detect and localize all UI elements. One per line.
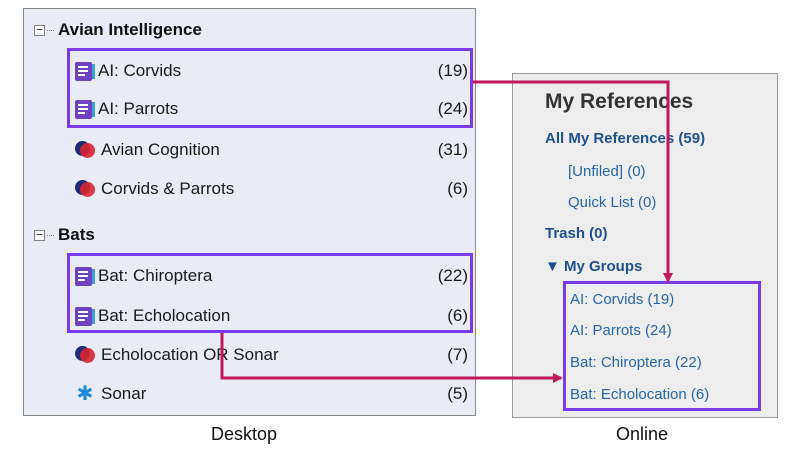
group-row-echolocation-or-sonar[interactable]: Echolocation OR Sonar (7) — [75, 343, 471, 367]
group-count: (31) — [437, 140, 468, 159]
trash-link[interactable]: Trash (0) — [545, 225, 608, 242]
group-set-label: Bats — [58, 225, 95, 244]
my-groups-toggle[interactable]: ▼ My Groups — [545, 258, 642, 275]
group-set-label: Avian Intelligence — [58, 20, 202, 39]
group-count: (6) — [447, 179, 468, 198]
smart-group-icon — [75, 179, 95, 199]
group-row-corvids-parrots[interactable]: Corvids & Parrots (6) — [75, 177, 471, 201]
quick-list-link[interactable]: Quick List (0) — [568, 194, 656, 211]
my-groups-label: ▼ My Groups — [545, 258, 643, 275]
group-label: Corvids & Parrots — [101, 179, 235, 198]
collapse-toggle[interactable]: − — [34, 24, 45, 36]
caption-online: Online — [616, 424, 669, 444]
collapse-toggle[interactable]: − — [34, 229, 45, 241]
group-count: (7) — [447, 345, 468, 364]
group-label: Sonar — [101, 384, 147, 403]
group-label: Avian Cognition — [101, 140, 220, 159]
highlight-box-online-groups — [563, 281, 761, 411]
unfiled-link[interactable]: [Unfiled] (0) — [568, 163, 646, 180]
caption-desktop: Desktop — [211, 424, 278, 444]
group-label: Echolocation OR Sonar — [101, 345, 279, 364]
highlight-box-ai-groups — [67, 48, 473, 128]
smart-group-icon — [75, 140, 95, 160]
highlight-box-bat-groups — [67, 253, 473, 333]
group-set-bats[interactable]: − Bats — [34, 223, 95, 247]
gear-icon: ✱ — [76, 383, 94, 405]
group-count: (5) — [447, 384, 468, 403]
all-my-references-link[interactable]: All My References (59) — [545, 130, 705, 147]
group-row-sonar[interactable]: ✱ Sonar (5) — [75, 382, 471, 406]
smart-group-icon — [75, 345, 95, 365]
group-set-avian-intelligence[interactable]: − Avian Intelligence — [34, 18, 202, 42]
group-row-avian-cognition[interactable]: Avian Cognition (31) — [75, 138, 471, 162]
panel-title: My References — [545, 90, 694, 113]
